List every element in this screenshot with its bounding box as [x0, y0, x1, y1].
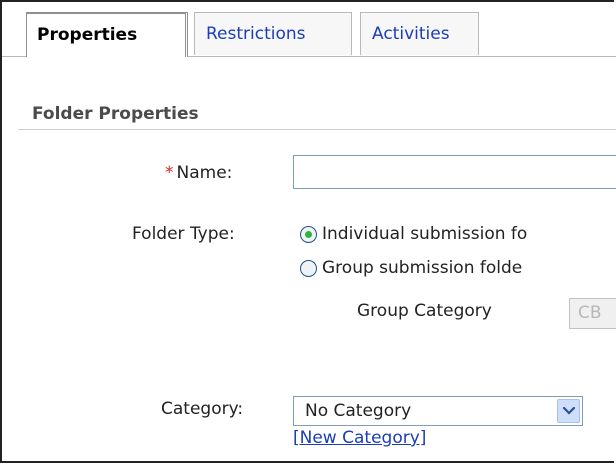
- folder-type-label: Folder Type:: [132, 224, 235, 244]
- radio-group-label: Group submission folde: [322, 258, 523, 278]
- radio-individual-label: Individual submission fo: [322, 224, 528, 244]
- radio-group-submission[interactable]: Group submission folde: [300, 258, 522, 278]
- name-label: * Name:: [165, 163, 232, 183]
- category-select-value: No Category: [305, 401, 412, 421]
- group-category-label: Group Category: [357, 301, 492, 321]
- name-label-text: Name:: [176, 163, 233, 183]
- radio-selected-icon[interactable]: [300, 225, 317, 243]
- new-category-link[interactable]: [New Category]: [293, 428, 426, 448]
- chevron-down-icon[interactable]: [557, 399, 580, 423]
- category-label: Category:: [161, 399, 244, 419]
- section-divider: [18, 129, 616, 130]
- group-category-select: CB: [569, 298, 616, 329]
- required-marker: *: [165, 163, 174, 183]
- radio-individual-submission[interactable]: Individual submission fo: [300, 224, 527, 244]
- radio-unselected-icon[interactable]: [300, 259, 317, 277]
- category-select[interactable]: No Category: [293, 396, 583, 426]
- section-title: Folder Properties: [32, 104, 199, 124]
- name-input[interactable]: [293, 155, 616, 189]
- tab-properties[interactable]: Properties: [26, 12, 188, 57]
- tab-restrictions[interactable]: Restrictions: [194, 12, 352, 55]
- tab-activities[interactable]: Activities: [360, 12, 479, 55]
- tab-strip: Properties Restrictions Activities: [2, 2, 616, 57]
